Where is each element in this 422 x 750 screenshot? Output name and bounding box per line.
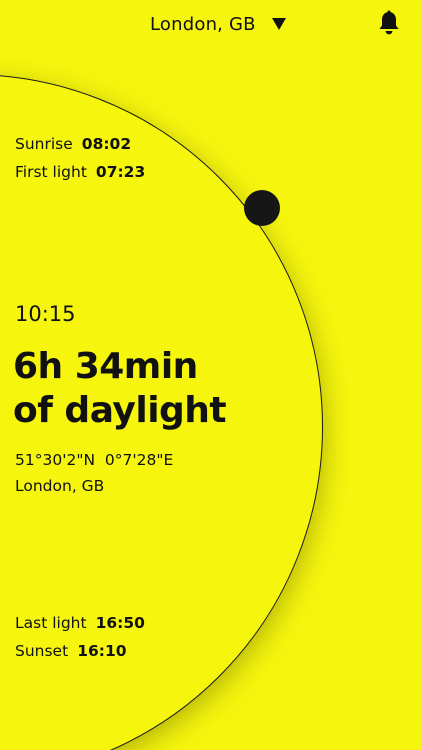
- first-light-label: First light: [15, 163, 87, 181]
- last-light-time: 16:50: [95, 614, 145, 632]
- daylight-duration-line2: of daylight: [13, 390, 227, 431]
- daylight-duration-line1: 6h 34min: [13, 346, 198, 387]
- first-light-row: First light 07:23: [15, 163, 145, 181]
- sunrise-label: Sunrise: [15, 135, 73, 153]
- first-light-time: 07:23: [95, 163, 146, 181]
- current-time: 10:15: [15, 302, 76, 326]
- bell-icon[interactable]: [377, 10, 401, 36]
- coordinates: 51°30'2"N 0°7'28"E: [15, 451, 174, 469]
- sun-position-marker[interactable]: [244, 190, 280, 226]
- last-light-label: Last light: [15, 614, 87, 632]
- sunset-label: Sunset: [15, 642, 69, 660]
- sunrise-row: Sunrise 08:02: [15, 135, 131, 153]
- caret-down-icon: [271, 18, 286, 30]
- sunset-row: Sunset 16:10: [15, 642, 127, 660]
- location-label: London, GB: [150, 13, 256, 35]
- place-name: London, GB: [15, 477, 105, 495]
- sunset-time: 16:10: [77, 642, 127, 660]
- header: London, GB: [0, 0, 422, 52]
- daylight-duration: 6h 34min of daylight: [13, 345, 227, 433]
- sunrise-time: 08:02: [81, 135, 132, 153]
- last-light-row: Last light 16:50: [15, 614, 145, 632]
- location-selector[interactable]: London, GB: [150, 10, 286, 38]
